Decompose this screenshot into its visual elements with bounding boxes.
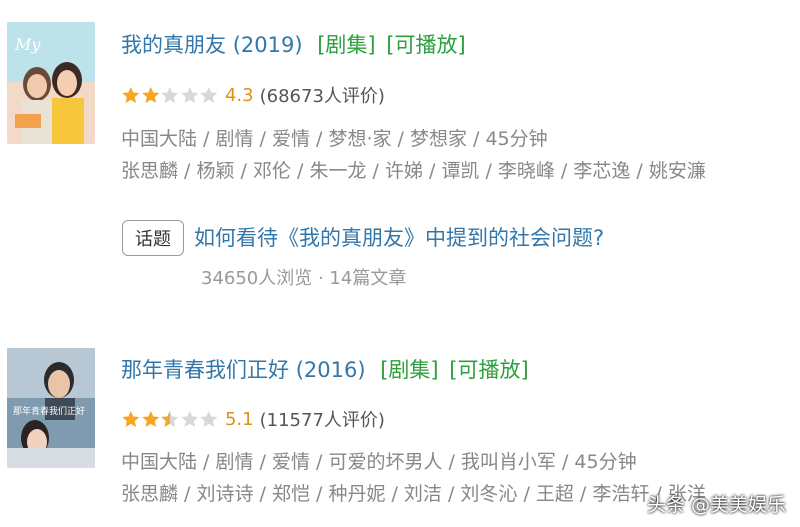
star-empty-icon <box>181 410 199 428</box>
star-empty-icon <box>200 86 218 104</box>
tag-series[interactable]: [剧集] <box>380 358 438 382</box>
poster-image[interactable]: My <box>7 22 95 144</box>
poster-art: 那年青春我们正好 <box>7 348 95 468</box>
meta-cast: 张思麟 / 刘诗诗 / 郑恺 / 种丹妮 / 刘洁 / 刘冬沁 / 王超 / 李… <box>121 483 706 505</box>
tag-playable[interactable]: [可播放] <box>449 358 528 382</box>
meta-genres: 中国大陆 / 剧情 / 爱情 / 梦想·家 / 梦想家 / 45分钟 <box>121 128 548 150</box>
rating-stars <box>121 410 219 428</box>
rating-line: 4.3 (68673人评价) <box>121 82 385 108</box>
tag-playable[interactable]: [可播放] <box>386 33 465 57</box>
result-title-line: 那年青春我们正好 (2016) [剧集] [可播放] <box>121 354 529 384</box>
star-half-icon <box>161 410 179 428</box>
result-year: (2016) <box>295 358 366 382</box>
rating-count: (68673人评价) <box>259 86 385 107</box>
poster-art: My <box>7 22 95 144</box>
star-empty-icon <box>161 86 179 104</box>
rating-score: 5.1 <box>224 408 254 430</box>
result-title-line: 我的真朋友 (2019) [剧集] [可播放] <box>121 29 466 59</box>
poster-image[interactable]: 那年青春我们正好 <box>7 348 95 468</box>
meta-genres: 中国大陆 / 剧情 / 爱情 / 可爱的坏男人 / 我叫肖小军 / 45分钟 <box>121 451 637 473</box>
star-empty-icon <box>200 410 218 428</box>
topic-stats: 34650人浏览 · 14篇文章 <box>201 268 407 289</box>
result-year: (2019) <box>232 33 303 57</box>
star-full-icon <box>141 410 159 428</box>
topic-badge[interactable]: 话题 <box>122 220 184 256</box>
topic-title-link[interactable]: 如何看待《我的真朋友》中提到的社会问题? <box>194 222 604 252</box>
tag-series[interactable]: [剧集] <box>317 33 375 57</box>
rating-stars <box>121 86 219 104</box>
rating-line: 5.1 (11577人评价) <box>121 406 385 432</box>
watermark: 头条 @美美娱乐 <box>646 494 786 516</box>
poster-title-text: My <box>14 35 41 54</box>
rating-score: 4.3 <box>224 84 254 106</box>
rating-count: (11577人评价) <box>259 410 385 431</box>
result-title-link[interactable]: 我的真朋友 <box>121 33 226 57</box>
star-full-icon <box>122 86 140 104</box>
star-full-icon <box>141 86 159 104</box>
star-full-icon <box>122 410 140 428</box>
star-empty-icon <box>181 86 199 104</box>
poster-title-text: 那年青春我们正好 <box>13 405 85 417</box>
meta-cast: 张思麟 / 杨颖 / 邓伦 / 朱一龙 / 许娣 / 谭凯 / 李晓峰 / 李芯… <box>121 160 706 182</box>
result-title-link[interactable]: 那年青春我们正好 <box>121 358 289 382</box>
